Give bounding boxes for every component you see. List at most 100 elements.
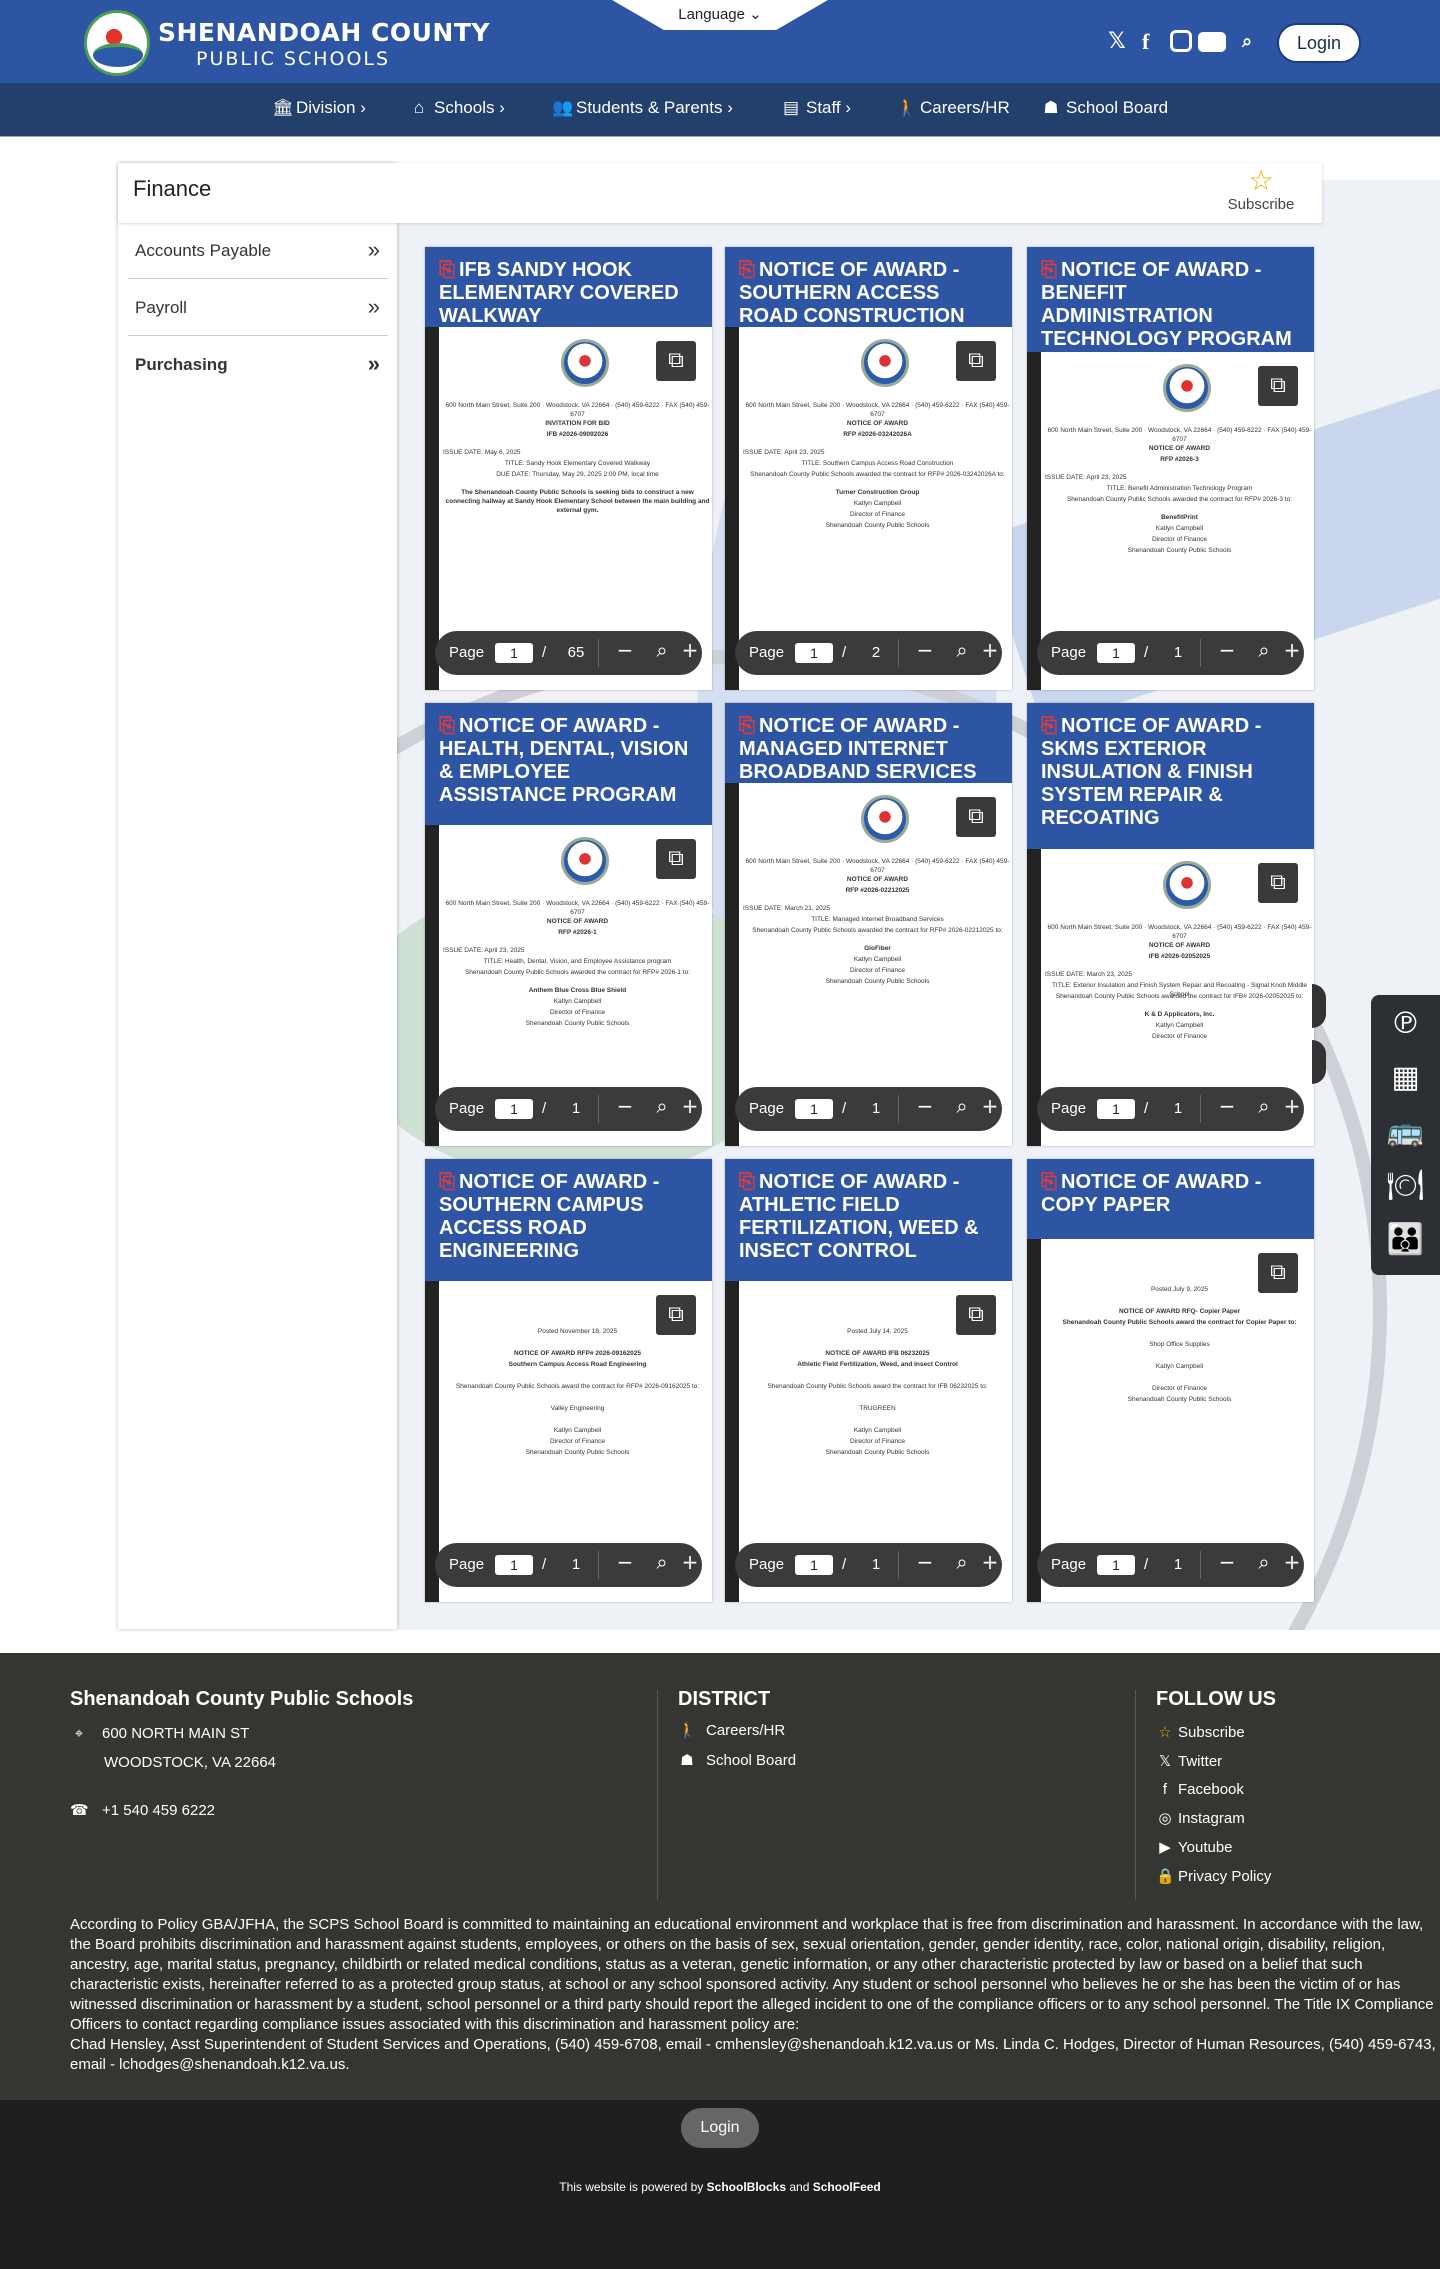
open-external-icon[interactable]: ⧉ xyxy=(1258,1253,1298,1293)
document-card[interactable]: ⎘ NOTICE OF AWARD - SKMS EXTERIOR INSULAT… xyxy=(1027,703,1314,1146)
nav-staff[interactable]: ▤ Staff › xyxy=(782,98,851,118)
document-card[interactable]: ⎘ NOTICE OF AWARD - HEALTH, DENTAL, VISIO… xyxy=(425,703,712,1146)
family-icon[interactable]: 👪 xyxy=(1371,1215,1440,1265)
pdf-icon: ⎘ xyxy=(439,259,455,281)
zoom-out-button[interactable]: − xyxy=(911,1094,939,1118)
zoom-out-button[interactable]: − xyxy=(611,1550,639,1574)
zoom-out-button[interactable]: − xyxy=(1213,638,1241,662)
x-icon[interactable]: 𝕏 xyxy=(1108,28,1126,56)
document-title[interactable]: ⎘ NOTICE OF AWARD - SOUTHERN ACCESS ROAD … xyxy=(725,247,1012,327)
sidebar-item-accounts-payable[interactable]: Accounts Payable » xyxy=(128,223,388,279)
document-title[interactable]: ⎘ NOTICE OF AWARD - SOUTHERN CAMPUS ACCES… xyxy=(425,1159,712,1281)
zoom-out-button[interactable]: − xyxy=(1213,1094,1241,1118)
language-selector[interactable]: Language ⌄ xyxy=(612,0,828,30)
brand-line-2[interactable]: PUBLIC SCHOOLS xyxy=(196,48,390,70)
zoom-out-button[interactable]: − xyxy=(611,1094,639,1118)
pdf-preview-line: INVITATION FOR BID xyxy=(545,420,610,427)
zoom-out-button[interactable]: − xyxy=(911,1550,939,1574)
footer-link-school-board[interactable]: ☗ School Board xyxy=(678,1751,978,1769)
document-title[interactable]: ⎘ NOTICE OF AWARD - HEALTH, DENTAL, VISIO… xyxy=(425,703,712,825)
page-number-input[interactable]: 1 xyxy=(795,1555,833,1575)
document-card[interactable]: ⎘ NOTICE OF AWARD - BENEFIT ADMINISTRATIO… xyxy=(1027,247,1314,690)
district-logo-icon[interactable] xyxy=(84,10,150,76)
facebook-icon[interactable]: f xyxy=(1142,28,1149,56)
nav-school-board[interactable]: ☗ School Board xyxy=(1042,98,1168,118)
page-separator: / xyxy=(1144,1556,1149,1573)
zoom-in-button[interactable]: + xyxy=(1278,638,1306,662)
page-number-input[interactable]: 1 xyxy=(795,643,833,663)
page-number-input[interactable]: 1 xyxy=(495,643,533,663)
pdf-preview-line: Katlyn Campbell xyxy=(553,998,602,1005)
sidebar-item-payroll[interactable]: Payroll » xyxy=(128,280,388,336)
footer-link-careers[interactable]: 🚶 Careers/HR xyxy=(678,1721,978,1739)
sidebar-item-purchasing[interactable]: Purchasing » xyxy=(128,337,388,393)
page-separator: / xyxy=(842,1100,847,1117)
open-external-icon[interactable]: ⧉ xyxy=(656,341,696,381)
bus-icon[interactable]: 🚌 xyxy=(1371,1107,1440,1157)
footer-address-1[interactable]: 600 NORTH MAIN ST xyxy=(102,1725,249,1742)
footer-link-youtube[interactable]: ▶ Youtube xyxy=(1156,1838,1416,1856)
zoom-in-button[interactable]: + xyxy=(676,1550,704,1574)
zoom-in-button[interactable]: + xyxy=(976,1550,1004,1574)
footer-address-2[interactable]: WOODSTOCK, VA 22664 xyxy=(70,1754,630,1771)
schoolblocks-link[interactable]: SchoolBlocks xyxy=(707,2180,786,2194)
document-card[interactable]: ⎘ NOTICE OF AWARD - COPY PAPER Posted July… xyxy=(1027,1159,1314,1602)
open-external-icon[interactable]: ⧉ xyxy=(956,797,996,837)
document-card[interactable]: ⎘ IFB SANDY HOOK ELEMENTARY COVERED WALKW… xyxy=(425,247,712,690)
footer-link-instagram[interactable]: ◎ Instagram xyxy=(1156,1809,1416,1827)
zoom-in-button[interactable]: + xyxy=(1278,1550,1306,1574)
open-external-icon[interactable]: ⧉ xyxy=(656,839,696,879)
open-external-icon[interactable]: ⧉ xyxy=(956,341,996,381)
footer-login-button[interactable]: Login xyxy=(681,2108,759,2148)
zoom-in-button[interactable]: + xyxy=(676,1094,704,1118)
search-icon[interactable]: ⌕ xyxy=(1242,28,1252,56)
document-card[interactable]: ⎘ NOTICE OF AWARD - SOUTHERN CAMPUS ACCES… xyxy=(425,1159,712,1602)
zoom-out-button[interactable]: − xyxy=(1213,1550,1241,1574)
brand-line-1[interactable]: SHENANDOAH COUNTY xyxy=(158,18,490,47)
document-title[interactable]: ⎘ NOTICE OF AWARD - ATHLETIC FIELD FERTIL… xyxy=(725,1159,1012,1281)
footer-link-subscribe[interactable]: ☆ Subscribe xyxy=(1156,1723,1416,1741)
dining-icon[interactable]: 🍽 xyxy=(1371,1161,1440,1211)
open-external-icon[interactable]: ⧉ xyxy=(956,1295,996,1335)
footer-link-facebook[interactable]: f Facebook xyxy=(1156,1781,1416,1798)
document-card[interactable]: ⎘ NOTICE OF AWARD - MANAGED INTERNET BROA… xyxy=(725,703,1012,1146)
footer-link-twitter[interactable]: 𝕏 Twitter xyxy=(1156,1752,1416,1770)
zoom-in-button[interactable]: + xyxy=(976,638,1004,662)
subscribe-button[interactable]: ☆ Subscribe xyxy=(1226,166,1296,214)
page-number-input[interactable]: 1 xyxy=(795,1099,833,1119)
youtube-icon[interactable] xyxy=(1198,32,1226,52)
pdf-preview-line: K & D Applicators, Inc. xyxy=(1144,1011,1215,1018)
calendar-icon[interactable]: ▦ xyxy=(1371,1053,1440,1103)
document-title[interactable]: ⎘ IFB SANDY HOOK ELEMENTARY COVERED WALKW… xyxy=(425,247,712,327)
document-card[interactable]: ⎘ NOTICE OF AWARD - SOUTHERN ACCESS ROAD … xyxy=(725,247,1012,690)
page-number-input[interactable]: 1 xyxy=(1097,1099,1135,1119)
document-title[interactable]: ⎘ NOTICE OF AWARD - MANAGED INTERNET BROA… xyxy=(725,703,1012,783)
footer-phone[interactable]: +1 540 459 6222 xyxy=(102,1802,215,1819)
zoom-in-button[interactable]: + xyxy=(1278,1094,1306,1118)
page-number-input[interactable]: 1 xyxy=(1097,1555,1135,1575)
page-number-input[interactable]: 1 xyxy=(1097,643,1135,663)
document-title[interactable]: ⎘ NOTICE OF AWARD - SKMS EXTERIOR INSULAT… xyxy=(1027,703,1314,849)
nav-careers-hr[interactable]: 🚶 Careers/HR xyxy=(896,98,1010,118)
zoom-in-button[interactable]: + xyxy=(976,1094,1004,1118)
powerschool-icon[interactable]: ℗ xyxy=(1371,999,1440,1049)
zoom-in-button[interactable]: + xyxy=(676,638,704,662)
zoom-out-button[interactable]: − xyxy=(611,638,639,662)
nav-students-parents[interactable]: 👥 Students & Parents › xyxy=(552,98,733,118)
open-external-icon[interactable]: ⧉ xyxy=(656,1295,696,1335)
document-title[interactable]: ⎘ NOTICE OF AWARD - BENEFIT ADMINISTRATIO… xyxy=(1027,247,1314,352)
page-number-input[interactable]: 1 xyxy=(495,1555,533,1575)
open-external-icon[interactable]: ⧉ xyxy=(1258,366,1298,406)
footer-link-privacy[interactable]: 🔒 Privacy Policy xyxy=(1156,1867,1416,1885)
page-number-input[interactable]: 1 xyxy=(495,1099,533,1119)
login-button[interactable]: Login xyxy=(1277,23,1361,63)
instagram-icon[interactable] xyxy=(1170,30,1192,52)
zoom-out-button[interactable]: − xyxy=(911,638,939,662)
pdf-preview: 600 North Main Street, Suite 200 · Woods… xyxy=(425,327,712,690)
document-title[interactable]: ⎘ NOTICE OF AWARD - COPY PAPER xyxy=(1027,1159,1314,1239)
document-card[interactable]: ⎘ NOTICE OF AWARD - ATHLETIC FIELD FERTIL… xyxy=(725,1159,1012,1602)
schoolfeed-link[interactable]: SchoolFeed xyxy=(813,2180,881,2194)
nav-schools[interactable]: ⌂ Schools › xyxy=(410,98,505,118)
open-external-icon[interactable]: ⧉ xyxy=(1258,863,1298,903)
nav-division[interactable]: 🏛 Division › xyxy=(272,98,366,118)
